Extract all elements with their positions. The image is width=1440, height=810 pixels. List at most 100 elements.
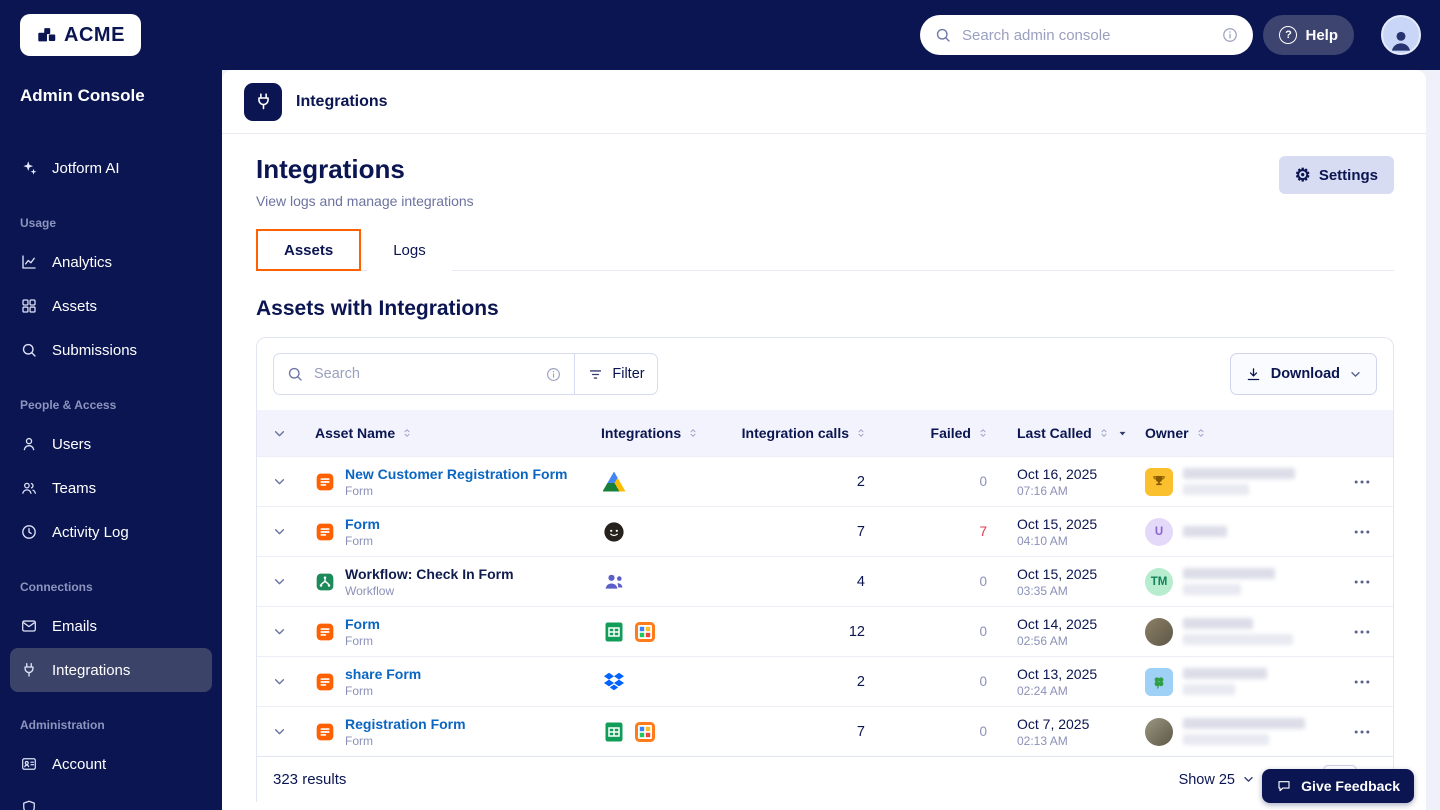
sidebar-item-users[interactable]: Users bbox=[0, 422, 222, 466]
download-icon bbox=[1245, 366, 1262, 383]
integration-calls-value: 4 bbox=[713, 574, 877, 590]
sidebar-item-integrations[interactable]: Integrations bbox=[10, 648, 212, 692]
assets-table: Filter Download Asset NameIntegrationsIn… bbox=[256, 337, 1394, 802]
sidebar-item-label: Analytics bbox=[52, 254, 112, 271]
admin-search-input[interactable] bbox=[962, 27, 1211, 44]
owner-name-redacted bbox=[1183, 526, 1227, 537]
help-button[interactable]: ? Help bbox=[1263, 15, 1354, 55]
row-actions-button[interactable] bbox=[1352, 572, 1372, 592]
owner-name-redacted bbox=[1183, 718, 1305, 745]
integration-calls-value: 7 bbox=[713, 524, 877, 540]
asset-name-link[interactable]: share Form bbox=[345, 666, 421, 682]
sidebar-item-label: Account bbox=[52, 756, 106, 773]
download-label: Download bbox=[1271, 366, 1340, 382]
sidebar-item-account[interactable]: Account bbox=[0, 742, 222, 786]
page-title: Integrations bbox=[256, 154, 1394, 185]
sidebar-item-analytics[interactable]: Analytics bbox=[0, 240, 222, 284]
sidebar-item-activity-log[interactable]: Activity Log bbox=[0, 510, 222, 554]
owner-avatar bbox=[1145, 718, 1173, 746]
owner-name-redacted bbox=[1183, 568, 1275, 595]
ms-teams-icon bbox=[601, 569, 627, 595]
owner-name-redacted bbox=[1183, 618, 1293, 645]
sidebar-item-label: Emails bbox=[52, 618, 97, 635]
sidebar: Admin Console Jotform AI UsageAnalyticsA… bbox=[0, 70, 222, 810]
users-icon bbox=[20, 479, 38, 497]
acme-logo: ACME bbox=[20, 14, 141, 56]
integrations-plug-badge bbox=[244, 83, 282, 121]
row-actions-button[interactable] bbox=[1352, 722, 1372, 742]
asset-name-link[interactable]: Workflow: Check In Form bbox=[345, 566, 514, 582]
expand-all-chevron-icon[interactable] bbox=[271, 425, 288, 442]
table-search-input[interactable] bbox=[314, 366, 535, 382]
tab-logs[interactable]: Logs bbox=[367, 229, 452, 271]
user-avatar[interactable] bbox=[1381, 15, 1421, 55]
column-header-last-called[interactable]: Last Called bbox=[997, 425, 1129, 441]
settings-button[interactable]: ⚙ Settings bbox=[1279, 156, 1394, 194]
row-expand-chevron-icon[interactable] bbox=[271, 523, 288, 540]
owner-avatar: U bbox=[1145, 518, 1173, 546]
owner-avatar: TM bbox=[1145, 568, 1173, 596]
sidebar-item-submissions[interactable]: Submissions bbox=[0, 328, 222, 372]
row-expand-chevron-icon[interactable] bbox=[271, 723, 288, 740]
row-actions-button[interactable] bbox=[1352, 622, 1372, 642]
download-button[interactable]: Download bbox=[1230, 353, 1377, 395]
column-header-integration-calls[interactable]: Integration calls bbox=[713, 425, 877, 441]
search-icon bbox=[20, 341, 38, 359]
app-grid-icon bbox=[632, 619, 658, 645]
asset-type-label: Form bbox=[345, 684, 421, 698]
row-actions-button[interactable] bbox=[1352, 472, 1372, 492]
show-label: Show 25 bbox=[1179, 772, 1235, 788]
row-actions-button[interactable] bbox=[1352, 672, 1372, 692]
row-expand-chevron-icon[interactable] bbox=[271, 573, 288, 590]
failed-value: 7 bbox=[877, 524, 997, 539]
column-header-integrations[interactable]: Integrations bbox=[585, 425, 713, 441]
row-expand-chevron-icon[interactable] bbox=[271, 673, 288, 690]
sidebar-title: Admin Console bbox=[20, 86, 222, 106]
row-expand-chevron-icon[interactable] bbox=[271, 623, 288, 640]
last-called-date: Oct 15, 2025 bbox=[1017, 566, 1129, 582]
column-header-owner[interactable]: Owner bbox=[1129, 425, 1331, 441]
asset-name-link[interactable]: Form bbox=[345, 616, 380, 632]
sidebar-item-teams[interactable]: Teams bbox=[0, 466, 222, 510]
tab-assets[interactable]: Assets bbox=[256, 229, 361, 271]
sidebar-item-label: Users bbox=[52, 436, 91, 453]
sidebar-item-assets[interactable]: Assets bbox=[0, 284, 222, 328]
page-head: Integrations View logs and manage integr… bbox=[222, 134, 1426, 209]
app-grid-icon bbox=[632, 719, 658, 745]
table-row: Workflow: Check In Form Workflow 40 Oct 15,… bbox=[257, 556, 1393, 606]
sidebar-item-partial[interactable] bbox=[0, 786, 222, 810]
table-row: New Customer Registration FormForm20Oct … bbox=[257, 456, 1393, 506]
give-feedback-button[interactable]: Give Feedback bbox=[1262, 769, 1414, 803]
breadcrumb-label: Integrations bbox=[296, 93, 388, 111]
last-called-time: 02:13 AM bbox=[1017, 734, 1129, 748]
sidebar-item-label: Teams bbox=[52, 480, 96, 497]
logo-text: ACME bbox=[64, 24, 125, 47]
help-label: Help bbox=[1305, 27, 1338, 44]
asset-name-link[interactable]: Registration Form bbox=[345, 716, 466, 732]
sidebar-section-label: People & Access bbox=[20, 398, 222, 412]
sidebar-item-jotform-ai[interactable]: Jotform AI bbox=[0, 146, 222, 190]
sidebar-item-emails[interactable]: Emails bbox=[0, 604, 222, 648]
column-header-asset-name[interactable]: Asset Name bbox=[301, 425, 585, 441]
chevron-down-icon bbox=[1242, 773, 1255, 786]
search-icon bbox=[286, 365, 304, 383]
sort-icon bbox=[1195, 425, 1207, 441]
table-row: share FormForm20Oct 13, 202502:24 AM bbox=[257, 656, 1393, 706]
failed-value: 0 bbox=[877, 574, 997, 589]
column-header-failed[interactable]: Failed bbox=[877, 425, 997, 441]
row-actions-button[interactable] bbox=[1352, 522, 1372, 542]
asset-type-label: Workflow bbox=[345, 584, 514, 598]
asset-name-link[interactable]: New Customer Registration Form bbox=[345, 466, 567, 482]
plug-icon bbox=[20, 661, 38, 679]
filter-icon bbox=[587, 366, 604, 383]
row-expand-chevron-icon[interactable] bbox=[271, 473, 288, 490]
show-per-page-select[interactable]: Show 25 bbox=[1179, 772, 1255, 788]
filter-button[interactable]: Filter bbox=[575, 354, 657, 394]
google-sheets-icon bbox=[601, 619, 627, 645]
last-called-date: Oct 16, 2025 bbox=[1017, 466, 1129, 482]
breadcrumb: Integrations bbox=[222, 70, 1426, 134]
last-called-time: 02:24 AM bbox=[1017, 684, 1129, 698]
asset-name-link[interactable]: Form bbox=[345, 516, 380, 532]
sidebar-section-label: Connections bbox=[20, 580, 222, 594]
owner-avatar bbox=[1145, 618, 1173, 646]
